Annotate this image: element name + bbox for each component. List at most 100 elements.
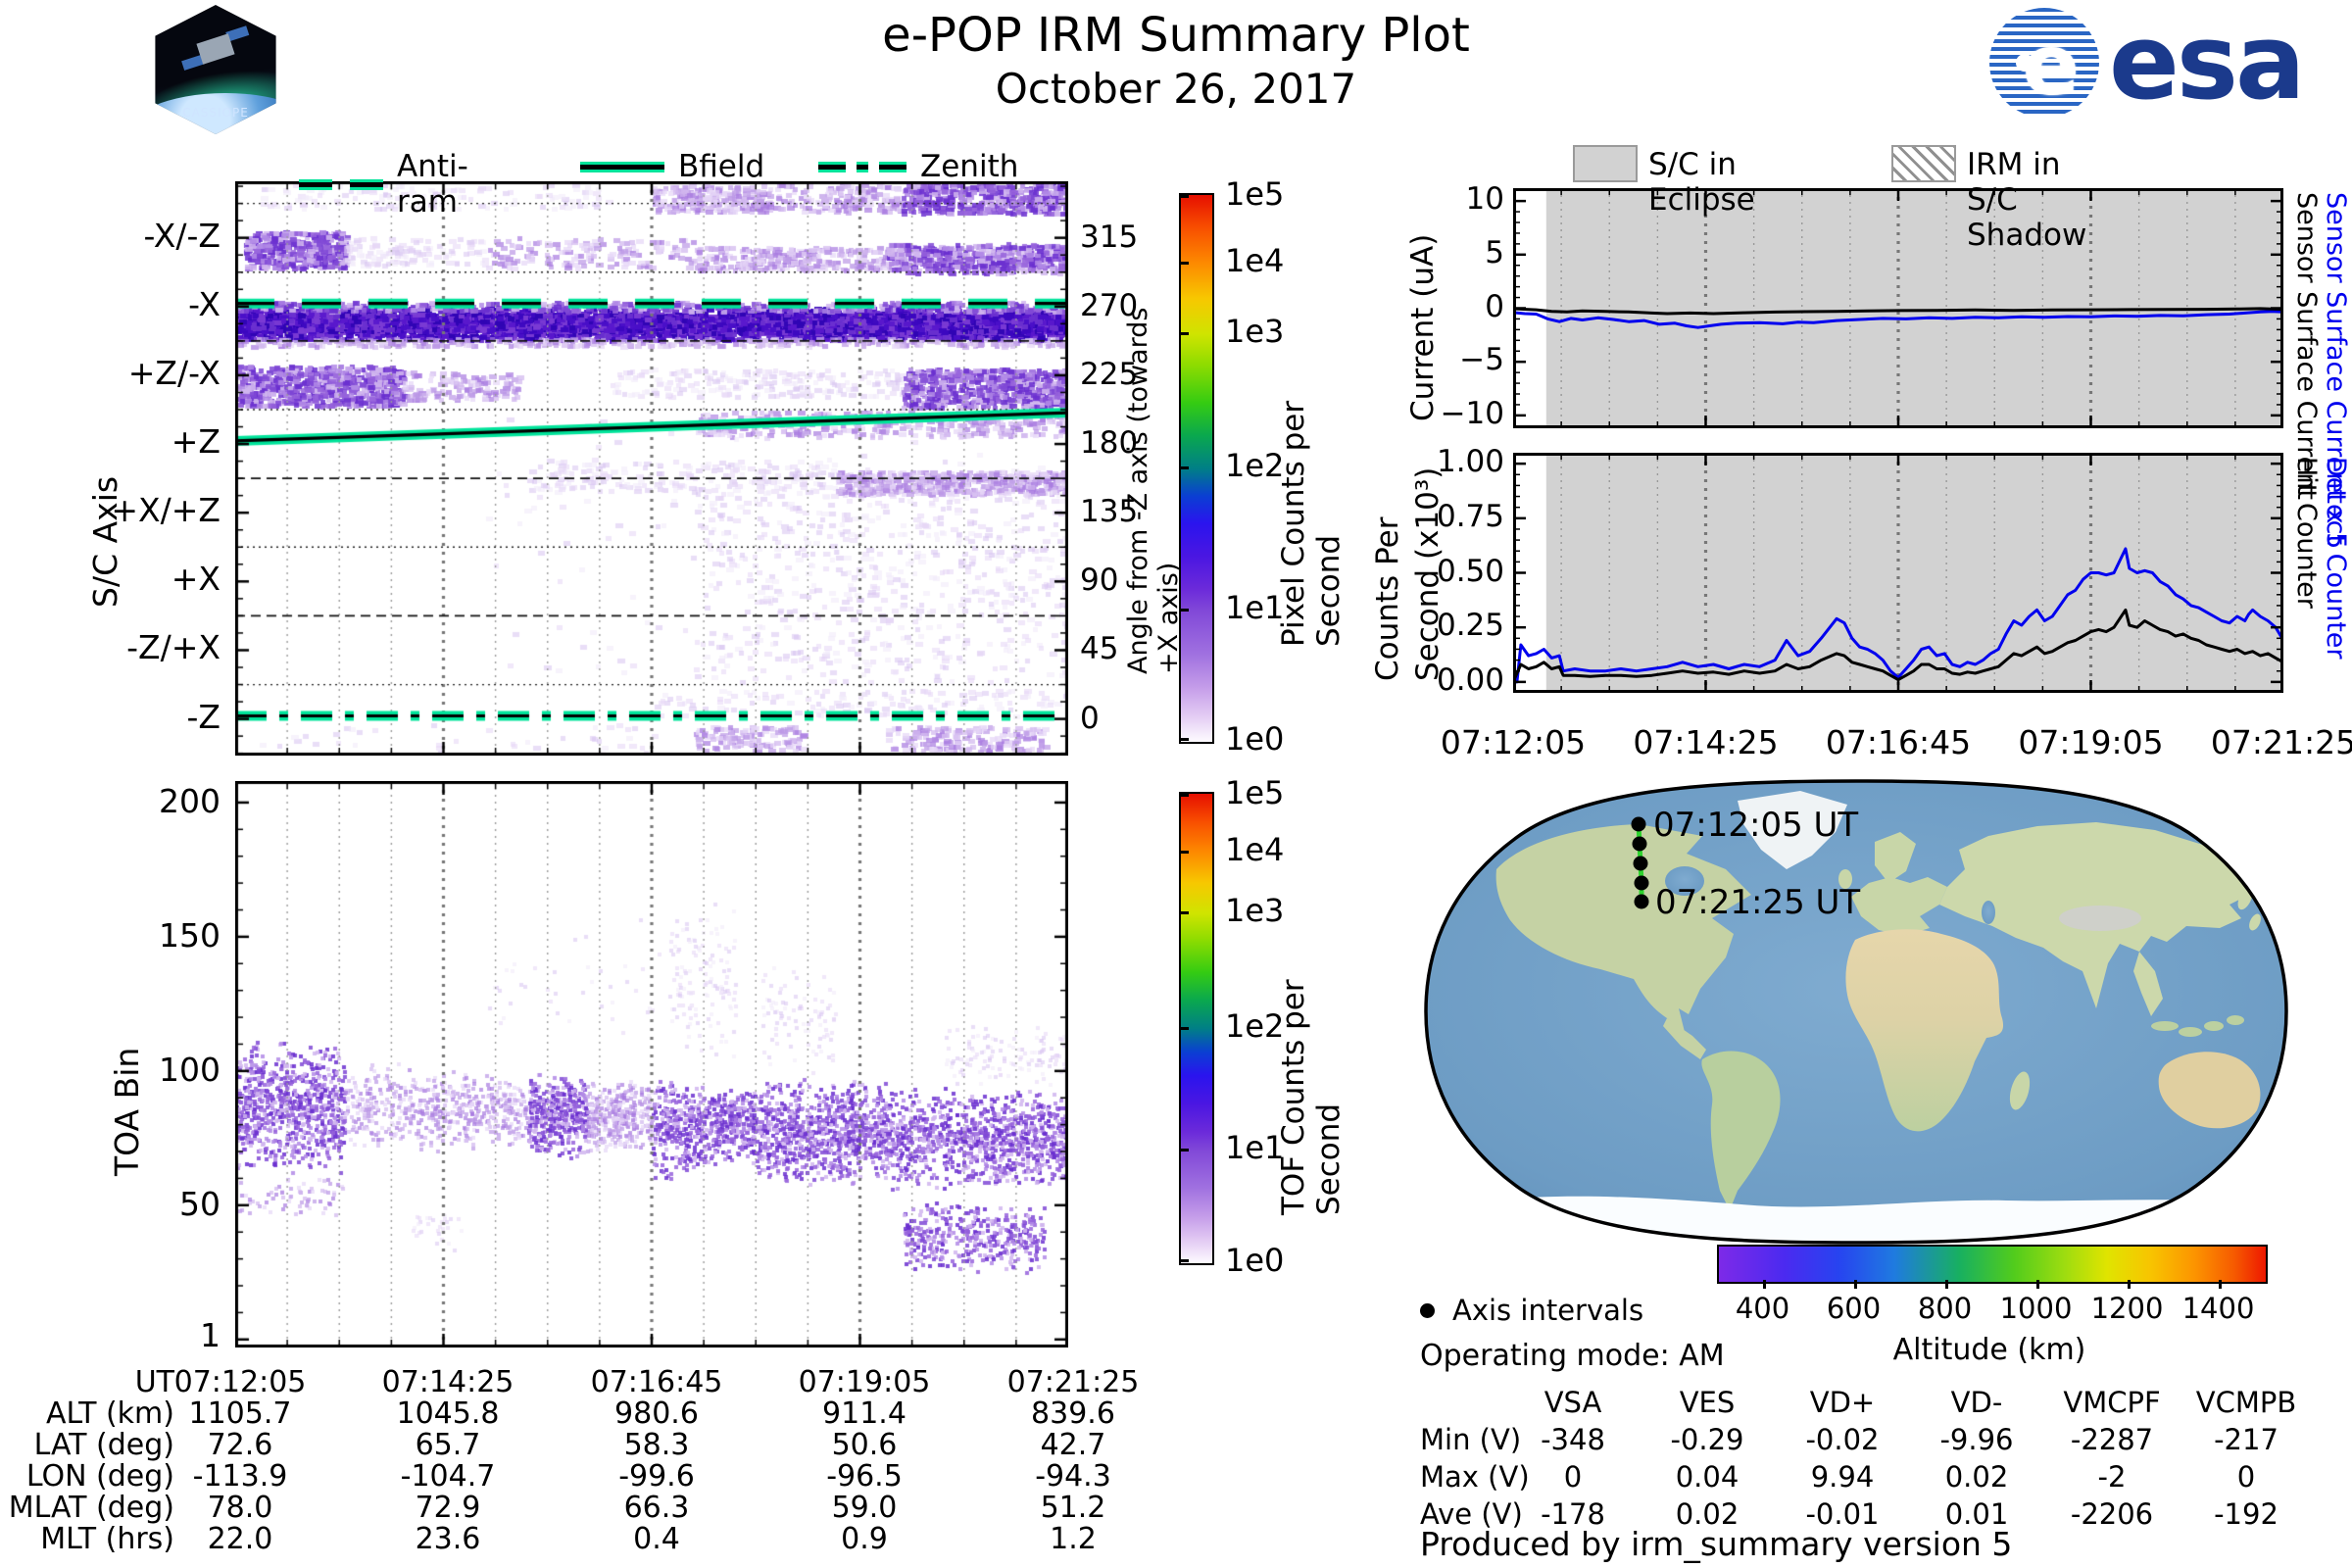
epop-irm-summary-page: { "header": {"title": "e-POP IRM Summary… [0,0,2352,1568]
counts-ytick: 0.50 [1436,553,1504,589]
eph-cell: 66.3 [623,1491,690,1525]
legend-line-segment [857,161,868,172]
eph-cell: 23.6 [415,1522,481,1556]
eph-cell: 07:21:25 [1006,1365,1140,1399]
volt-cell: 0.02 [1675,1497,1740,1531]
eph-cell: -94.3 [1035,1459,1111,1494]
eph-cell: 0.4 [633,1522,680,1556]
volt-cell: -178 [1541,1497,1605,1531]
alt-tick-label: 1400 [2181,1292,2255,1325]
volt-cell: 0.01 [1944,1497,2009,1531]
eph-cell: -96.5 [826,1459,903,1494]
time-tick-label: 07:21:25 [2210,723,2352,761]
volt-cell: 0.04 [1675,1460,1740,1494]
alt-tick [2035,1280,2039,1289]
spec-axis-tick-label: -Z [186,697,220,736]
tof-cb-label-tick [1179,793,1189,797]
eph-cell: 1.2 [1050,1522,1097,1556]
volt-cell: -0.29 [1670,1423,1744,1456]
track-start-label: 07:12:05 UT [1653,806,1858,845]
legend-label: Zenith [920,149,1019,184]
legend-line-segment [818,161,846,172]
spec-axis-tick-label: -Z/+X [126,628,220,667]
pixel-cb-label-tick [1179,738,1189,741]
legend-item-bfield: Bfield [580,149,764,184]
legend-line-segment [879,161,906,172]
volt-cell: 0 [1563,1460,1583,1494]
pixel-cb-label-tick [1179,609,1189,612]
eph-cell: 58.3 [623,1428,690,1462]
counts-ytick: 0.75 [1436,498,1504,534]
current-ytick: −5 [1459,342,1504,378]
pixel-cb-label: 1e5 [1225,175,1285,214]
eph-cell: -113.9 [192,1459,288,1494]
volt-col-header: VCMPB [2195,1386,2297,1419]
time-tick-label: 07:14:25 [1633,723,1779,761]
tof-cb-label-tick [1179,1149,1189,1152]
eph-cell: 72.9 [415,1491,481,1525]
angle-tick-label: 45 [1080,631,1119,667]
volt-col-header: VES [1679,1386,1736,1419]
pixel-cb-label: 1e0 [1225,720,1285,758]
map-new-zealand [2274,1115,2286,1150]
legend-line-segment [580,161,664,172]
legend-item-anti-ram: Anti-ram [299,149,468,220]
eph-cell: 07:19:05 [798,1365,931,1399]
angle-tick-label: 0 [1080,700,1100,736]
altitude-colorbar [1717,1245,2268,1284]
angle-tick-label: 135 [1080,494,1139,530]
counts-ytick: 1.00 [1436,444,1504,480]
hatch-fill-icon [1891,145,1956,182]
esa-globe-icon: e [1989,8,2099,118]
counts-ylabel-line1: Counts Per [1370,516,1405,681]
spectrogram-plot [235,181,1068,756]
volt-cell: 0.02 [1944,1460,2009,1494]
counts-ytick: 0.00 [1436,662,1504,698]
angle-tick-label: 270 [1080,287,1139,323]
volt-col-header: VD- [1950,1386,2003,1419]
eclipse-fill-icon [1573,145,1638,182]
map-layers: 07:12:05 UT 07:21:25 UT [1426,781,2286,1243]
angle-tick-label: 180 [1080,425,1139,462]
pixel-cb-label-tick [1179,466,1189,469]
tof-cb-label-tick [1179,1259,1189,1262]
volt-cell: -0.02 [1805,1423,1880,1456]
time-tick-label: 07:19:05 [2018,723,2164,761]
eph-cell: 42.7 [1040,1428,1106,1462]
eph-cell: 07:14:25 [381,1365,514,1399]
eph-cell: -99.6 [618,1459,695,1494]
eph-cell: 22.0 [207,1522,273,1556]
counts-plot [1513,453,2283,693]
tof-cb-label: 1e5 [1225,773,1285,811]
volt-cell: -2 [2097,1460,2127,1494]
pixel-cb-label: 1e2 [1225,447,1285,484]
eph-cell: 72.6 [207,1428,273,1462]
volt-cell: -192 [2214,1497,2278,1531]
pixel-cb-label-tick [1179,332,1189,336]
volt-cell: -2206 [2070,1497,2154,1531]
dashed-line-icon [299,178,383,190]
eph-cell: 59.0 [831,1491,898,1525]
eph-cell: 51.2 [1040,1491,1106,1525]
eph-cell: 911.4 [822,1396,906,1431]
spec-axis-tick-label: +X/+Z [111,491,220,530]
altitude-colorbar-title: Altitude (km) [1892,1333,2086,1367]
hit-counter-label: Hit Counter [2291,457,2322,609]
volt-cell: 9.94 [1810,1460,1875,1494]
esa-logo-text: esa [2109,2,2306,122]
legend-line-segment [299,178,332,190]
time-tick-label: 07:16:45 [1825,723,1972,761]
toa-tick-label: 50 [179,1184,220,1223]
alt-tick [2218,1280,2222,1289]
tof-colorbar-title: TOF Counts per Second [1276,979,1347,1215]
operating-mode-label: Operating mode: AM [1420,1339,1725,1373]
tof-cb-label-tick [1179,911,1189,915]
pixel-cb-label: 1e4 [1225,241,1285,279]
pixel-cb-label: 1e1 [1225,589,1285,627]
volt-cell: -9.96 [1939,1423,2014,1456]
legend-label: Anti-ram [397,149,468,220]
axis-intervals-label: Axis intervals [1452,1294,1644,1327]
legend-item-zenith: Zenith [818,149,1018,184]
tof-cb-label: 1e1 [1225,1129,1285,1167]
spec-axis-tick-label: +X [171,560,220,599]
